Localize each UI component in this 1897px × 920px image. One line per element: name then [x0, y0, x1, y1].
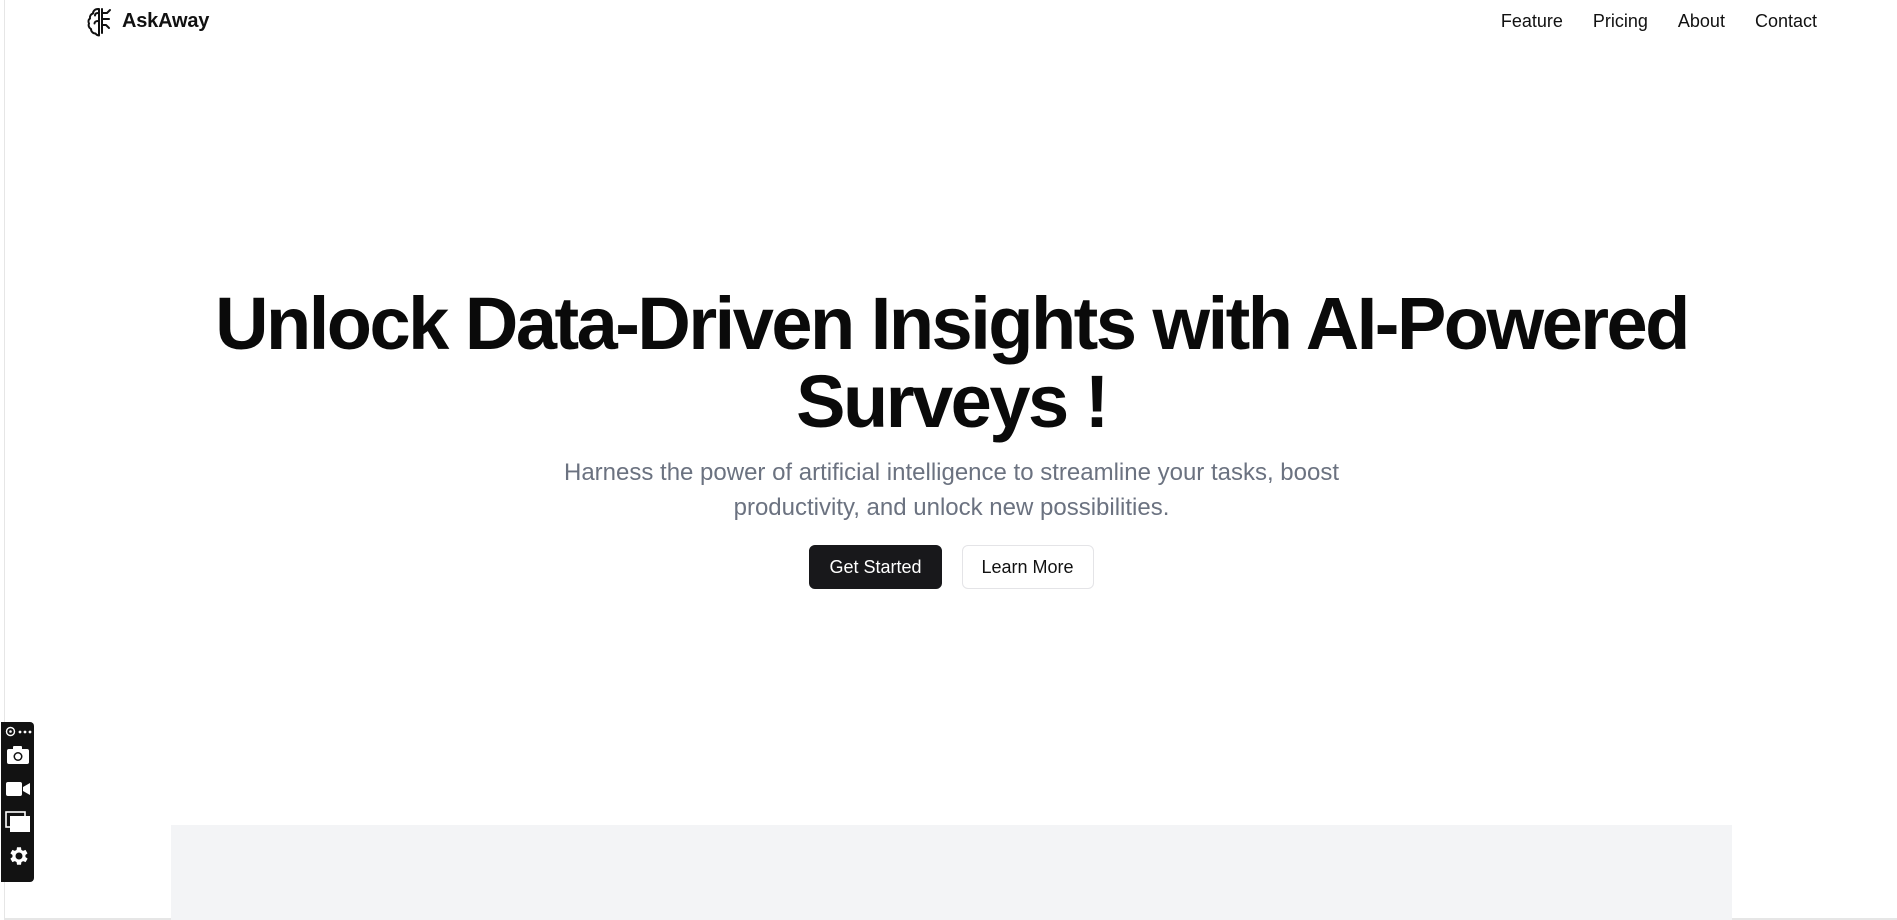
camera-icon — [7, 746, 29, 764]
site-header: AskAway Feature Pricing About Contact — [5, 0, 1897, 44]
nav-link-contact[interactable]: Contact — [1755, 11, 1817, 32]
get-started-button[interactable]: Get Started — [809, 545, 942, 589]
toolbar-header — [5, 726, 32, 737]
video-icon — [6, 782, 30, 796]
window-capture-button[interactable] — [5, 809, 31, 835]
nav-link-feature[interactable]: Feature — [1501, 11, 1563, 32]
screenshot-button[interactable] — [5, 742, 31, 768]
hero-section: Unlock Data-Driven Insights with AI-Powe… — [5, 285, 1897, 589]
hero-actions: Get Started Learn More — [5, 545, 1897, 589]
hero-subtitle: Harness the power of artificial intellig… — [563, 459, 1340, 521]
settings-button[interactable] — [5, 843, 31, 869]
app-logo-icon[interactable] — [5, 726, 16, 737]
preview-placeholder — [171, 825, 1732, 920]
brand[interactable]: AskAway — [86, 5, 209, 37]
more-options-icon[interactable] — [18, 729, 32, 735]
page: AskAway Feature Pricing About Contact Un… — [1, 0, 1897, 920]
brand-name: AskAway — [122, 9, 210, 32]
main-nav: Feature Pricing About Contact — [1501, 11, 1817, 32]
record-video-button[interactable] — [5, 776, 31, 802]
nav-link-pricing[interactable]: Pricing — [1593, 11, 1648, 32]
side-toolbar — [1, 722, 34, 882]
brain-logo-icon — [87, 8, 111, 37]
nav-link-about[interactable]: About — [1678, 11, 1725, 32]
windows-icon — [5, 811, 30, 832]
learn-more-button[interactable]: Learn More — [961, 545, 1094, 589]
gear-icon — [10, 847, 28, 865]
hero-title: Unlock Data-Driven Insights with AI-Powe… — [215, 282, 1690, 443]
